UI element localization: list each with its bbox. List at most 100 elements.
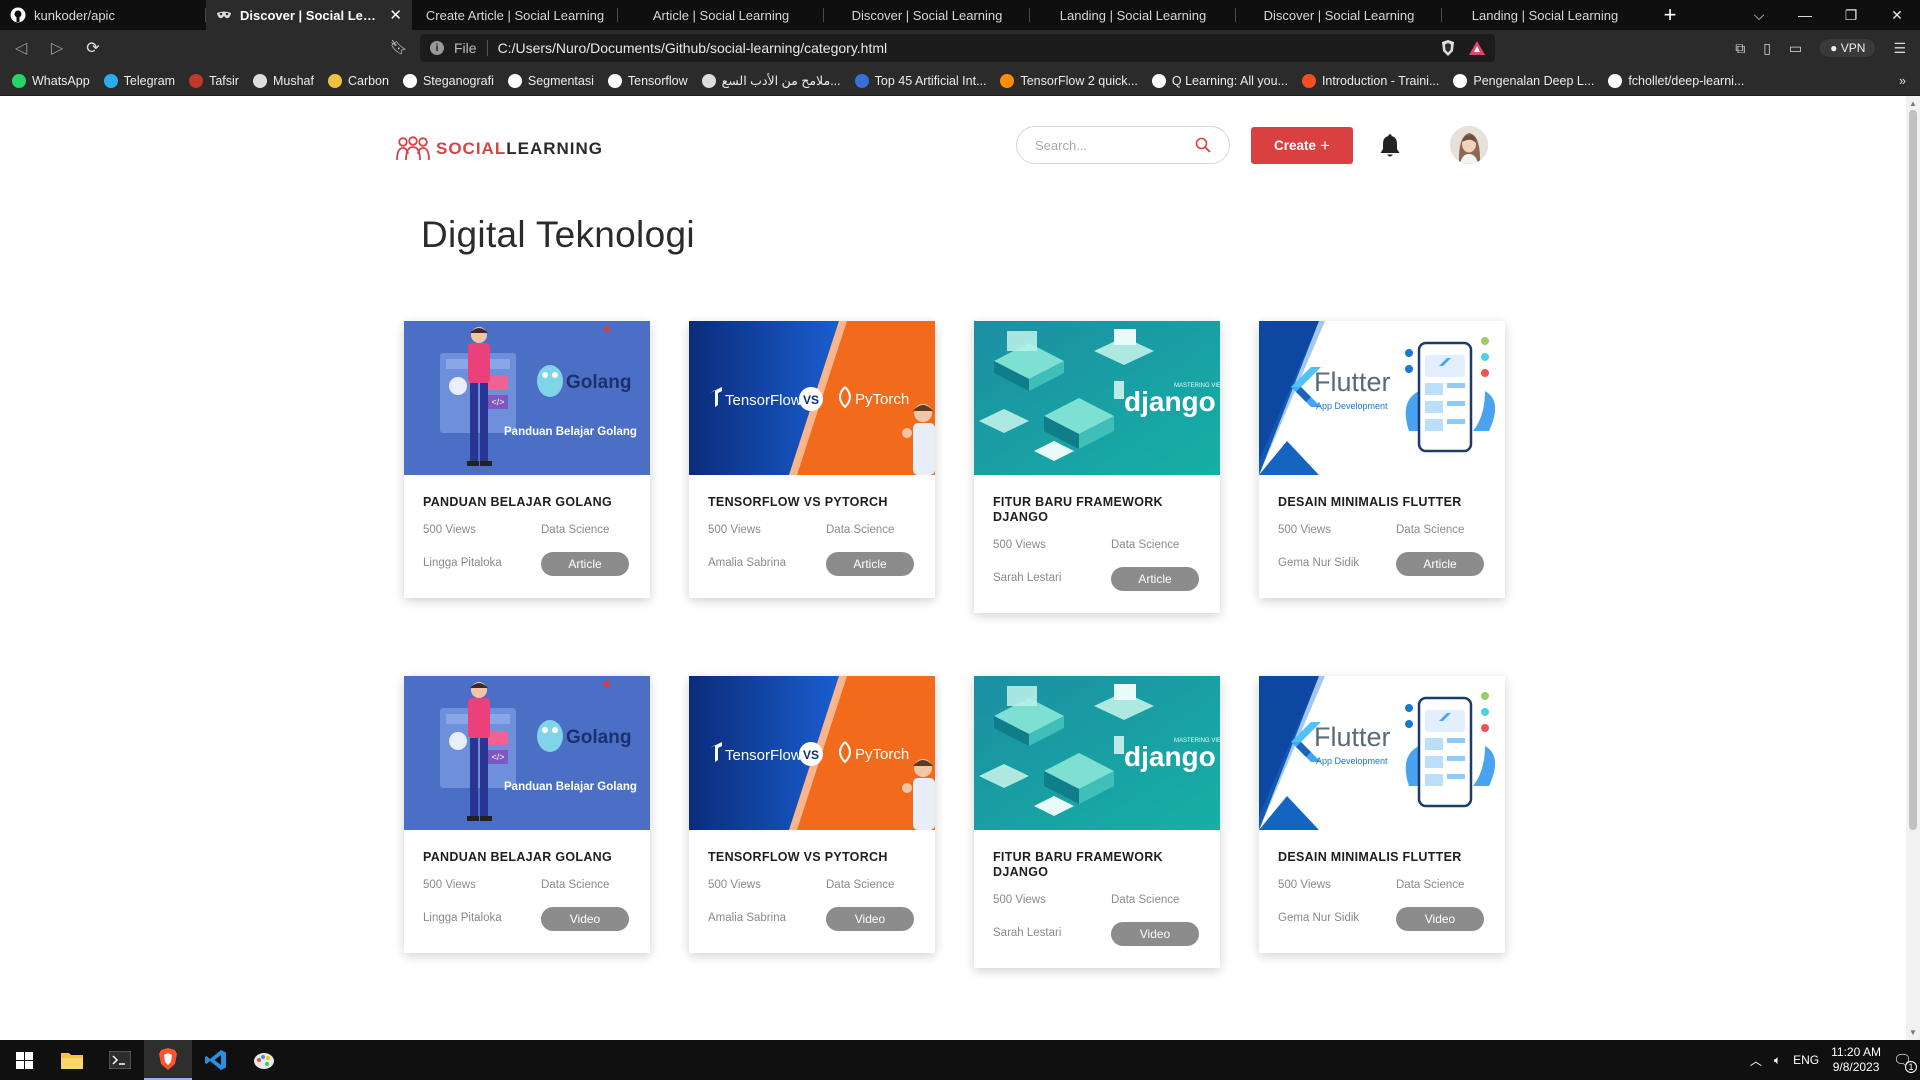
notification-bell-icon[interactable] (1379, 134, 1401, 158)
browser-tab[interactable]: Create Article | Social Learning (412, 0, 618, 30)
browser-tab[interactable]: Discover | Social Learning (824, 0, 1030, 30)
bookmark-item[interactable]: Tensorflow (607, 73, 688, 88)
reload-icon[interactable]: ⟳ (78, 33, 108, 63)
card-type-button[interactable]: Video (541, 907, 629, 931)
new-tab-button[interactable]: + (1648, 0, 1692, 30)
scroll-down-icon[interactable]: ▼ (1909, 1028, 1917, 1037)
user-avatar[interactable] (1450, 126, 1488, 164)
bookmark-item[interactable]: Top 45 Artificial Int... (854, 73, 986, 88)
card-title[interactable]: DESAIN MINIMALIS FLUTTER (1278, 850, 1486, 865)
brave-shield-icon[interactable] (1441, 40, 1455, 56)
browser-tab[interactable]: Landing | Social Learning (1442, 0, 1648, 30)
bookmark-item[interactable]: Q Learning: All you... (1151, 73, 1288, 88)
card-type-button[interactable]: Article (541, 552, 629, 576)
search-icon[interactable] (1195, 137, 1211, 153)
site-logo[interactable]: SOCIALLEARNING (396, 136, 603, 162)
browser-tab[interactable]: Article | Social Learning (618, 0, 824, 30)
bookmark-item[interactable]: Tafsir (189, 73, 239, 88)
bookmarks-overflow-icon[interactable]: » (1899, 74, 1906, 88)
card-thumbnail[interactable]: </> Golang Panduan Belajar Golang (404, 321, 650, 475)
card-title[interactable]: FITUR BARU FRAMEWORK DJANGO (993, 495, 1201, 525)
create-button[interactable]: Create + (1251, 127, 1353, 164)
card-thumbnail[interactable]: </> Golang Panduan Belajar Golang (404, 676, 650, 830)
course-card[interactable]: Flutter App Development DESAIN MINIMALIS… (1259, 676, 1505, 953)
course-card[interactable]: Flutter App Development DESAIN MINIMALIS… (1259, 321, 1505, 598)
course-card[interactable]: </> Golang Panduan Belajar Golang PANDUA… (404, 676, 650, 953)
bookmark-item[interactable]: Pengenalan Deep L... (1453, 73, 1594, 88)
close-tab-icon[interactable]: ✕ (389, 6, 402, 24)
bookmark-item[interactable]: Carbon (327, 73, 389, 88)
extensions-icon[interactable]: ⧉ (1735, 40, 1745, 57)
brave-rewards-icon[interactable] (1469, 41, 1485, 55)
bookmark-item[interactable]: Steganografi (402, 73, 494, 88)
course-card[interactable]: MASTERING VIEWS IN django FITUR BARU FRA… (974, 321, 1220, 613)
forward-icon[interactable]: ▷ (42, 33, 72, 63)
browser-tab[interactable]: kunkoder/apic (0, 0, 206, 30)
course-card[interactable]: TensorFlow VS PyTorch TENSORFLOW VS PYTO… (689, 676, 935, 953)
card-thumbnail[interactable]: MASTERING VIEWS IN django (974, 676, 1220, 830)
card-title[interactable]: TENSORFLOW VS PYTORCH (708, 495, 916, 510)
bookmark-item[interactable]: Segmentasi (507, 73, 594, 88)
card-type-button[interactable]: Video (1396, 907, 1484, 931)
page-scrollbar[interactable]: ▲ ▼ (1906, 96, 1920, 1040)
vpn-button[interactable]: ● VPN (1820, 39, 1876, 57)
windows-start-icon[interactable] (0, 1040, 48, 1080)
thumb-title: Flutter (1314, 367, 1391, 397)
paint-app-icon[interactable] (240, 1040, 288, 1080)
volume-icon[interactable]: 🔈︎ (1774, 1053, 1781, 1068)
scroll-up-icon[interactable]: ▲ (1909, 99, 1917, 108)
close-window-icon[interactable]: ✕ (1874, 7, 1920, 24)
clock[interactable]: 11:20 AM 9/8/2023 (1831, 1045, 1881, 1075)
bookmark-item[interactable]: Telegram (103, 73, 175, 88)
sidebar-icon[interactable]: ▯ (1763, 40, 1771, 57)
restore-icon[interactable]: ❐ (1828, 7, 1874, 24)
bookmark-item[interactable]: Mushaf (252, 73, 314, 88)
course-card[interactable]: TensorFlow VS PyTorch TENSORFLOW VS PYTO… (689, 321, 935, 598)
bookmark-item[interactable]: WhatsApp (12, 73, 90, 88)
tab-search-chevron-icon[interactable]: ⌵ (1736, 7, 1782, 24)
card-title[interactable]: TENSORFLOW VS PYTORCH (708, 850, 916, 865)
vscode-icon[interactable] (192, 1040, 240, 1080)
browser-tab[interactable]: Landing | Social Learning (1030, 0, 1236, 30)
bookmark-item[interactable]: TensorFlow 2 quick... (1000, 73, 1138, 88)
file-explorer-icon[interactable] (48, 1040, 96, 1080)
card-title[interactable]: DESAIN MINIMALIS FLUTTER (1278, 495, 1486, 510)
card-thumbnail[interactable]: Flutter App Development (1259, 676, 1505, 830)
card-thumbnail[interactable]: TensorFlow VS PyTorch (689, 321, 935, 475)
card-thumbnail[interactable]: Flutter App Development (1259, 321, 1505, 475)
minimize-icon[interactable]: — (1782, 7, 1828, 23)
bookmark-item[interactable]: fchollet/deep-learni... (1608, 73, 1744, 88)
card-type-button[interactable]: Article (826, 552, 914, 576)
card-type-button[interactable]: Video (1111, 922, 1199, 946)
notification-center-icon[interactable]: 🗨︎ 1 (1893, 1051, 1917, 1073)
card-type-button[interactable]: Video (826, 907, 914, 931)
scroll-thumb[interactable] (1909, 110, 1917, 830)
wallet-icon[interactable]: ▭ (1789, 40, 1802, 57)
search-box[interactable] (1016, 126, 1230, 164)
browser-tab[interactable]: Discover | Social Learning (1236, 0, 1442, 30)
card-type-button[interactable]: Article (1111, 567, 1199, 591)
brave-browser-icon[interactable] (144, 1040, 192, 1080)
tray-chevron-icon[interactable]: ︿ (1750, 1052, 1762, 1069)
url-text[interactable]: C:/Users/Nuro/Documents/Github/social-le… (498, 40, 888, 56)
card-thumbnail[interactable]: TensorFlow VS PyTorch (689, 676, 935, 830)
bookmark-item[interactable]: Introduction - Traini... (1301, 73, 1439, 88)
card-type-button[interactable]: Article (1396, 552, 1484, 576)
terminal-icon[interactable] (96, 1040, 144, 1080)
card-title[interactable]: FITUR BARU FRAMEWORK DJANGO (993, 850, 1201, 880)
browser-tab-active[interactable]: Discover | Social Learning ✕ (206, 0, 412, 30)
bookmark-icon[interactable]: 🔖︎ (390, 39, 408, 56)
card-thumbnail[interactable]: MASTERING VIEWS IN django (974, 321, 1220, 475)
info-icon[interactable]: i (430, 41, 444, 55)
back-icon[interactable]: ◁ (6, 33, 36, 63)
card-title[interactable]: PANDUAN BELAJAR GOLANG (423, 850, 631, 865)
course-card[interactable]: </> Golang Panduan Belajar Golang PANDUA… (404, 321, 650, 598)
search-input[interactable] (1035, 137, 1185, 153)
card-title[interactable]: PANDUAN BELAJAR GOLANG (423, 495, 631, 510)
card-author: Gema Nur Sidik (1278, 912, 1360, 924)
menu-icon[interactable]: ☰ (1893, 40, 1906, 57)
bookmark-item[interactable]: ملامح من الأدب السع... (701, 73, 841, 88)
language-indicator[interactable]: ENG (1793, 1053, 1819, 1067)
course-card[interactable]: MASTERING VIEWS IN django FITUR BARU FRA… (974, 676, 1220, 968)
address-bar[interactable]: i File C:/Users/Nuro/Documents/Github/so… (420, 34, 1495, 62)
